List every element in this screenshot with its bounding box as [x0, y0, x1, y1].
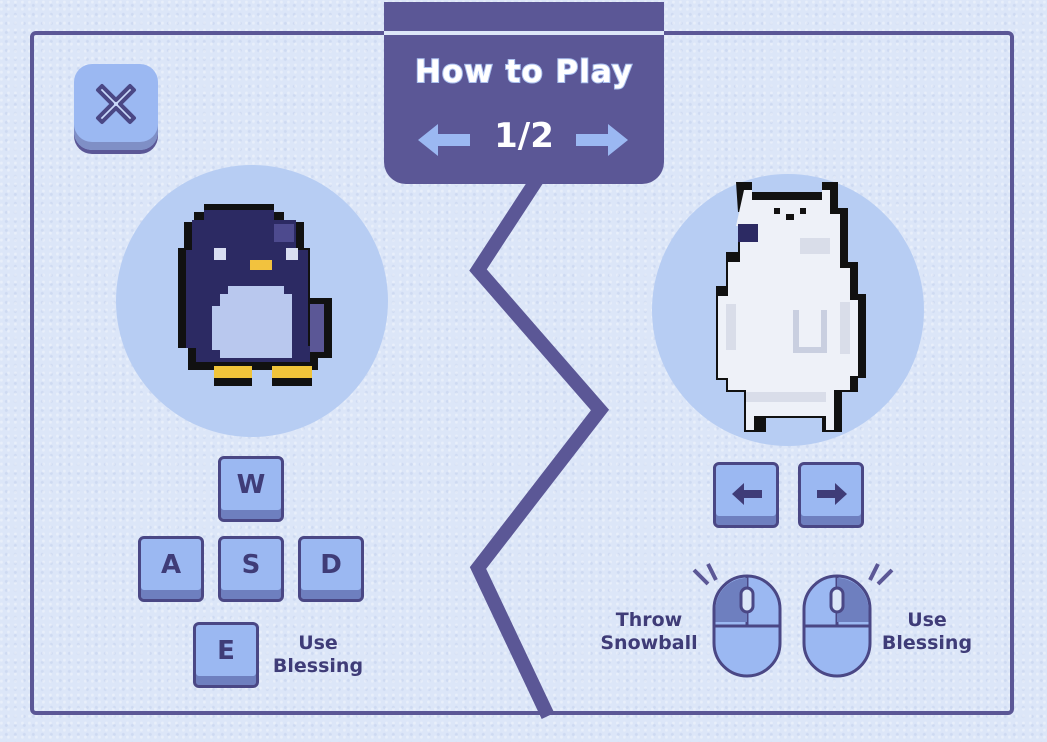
close-x-icon — [96, 84, 136, 124]
polar-bear-sprite — [716, 182, 866, 432]
throw-snowball-label: Throw Snowball — [600, 609, 698, 654]
key-e: E — [193, 622, 259, 688]
mouse-left-click-icon — [692, 563, 782, 678]
page-title: How to Play — [414, 53, 634, 91]
pager: 1/2 — [384, 114, 664, 164]
key-arrow-right — [798, 462, 864, 528]
bear-blessing-label: Use Blessing — [881, 609, 973, 654]
arrow-left-icon — [732, 483, 762, 505]
arrow-right-icon — [576, 124, 628, 156]
header-stripe — [384, 31, 664, 35]
header-panel: How to Play 1/2 — [384, 2, 664, 184]
close-button[interactable] — [74, 64, 158, 150]
arrow-right-icon — [817, 483, 847, 505]
key-arrow-left — [713, 462, 779, 528]
penguin-sprite — [178, 204, 332, 386]
next-page-button[interactable] — [570, 120, 632, 160]
key-w: W — [218, 456, 284, 522]
penguin-blessing-label: Use Blessing — [272, 632, 364, 677]
key-d: D — [298, 536, 364, 602]
key-a: A — [138, 536, 204, 602]
key-s: S — [218, 536, 284, 602]
